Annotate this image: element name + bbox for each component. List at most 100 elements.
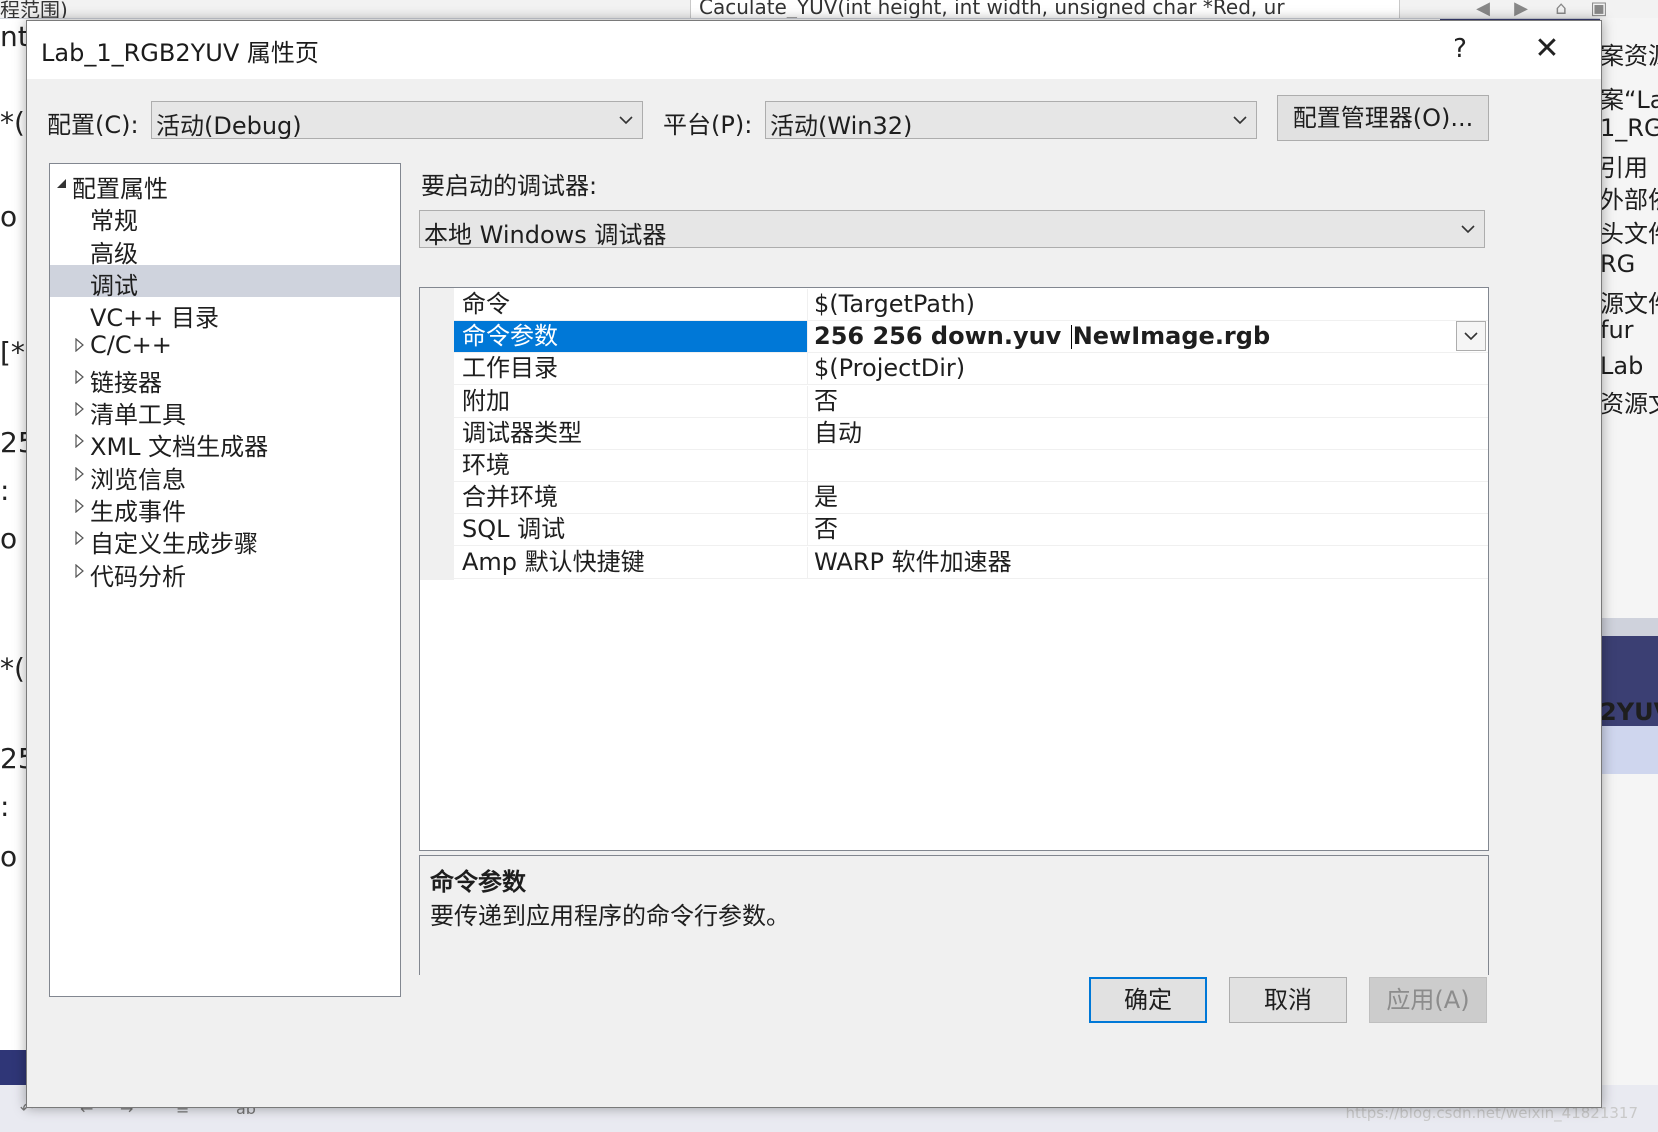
platform-label: 平台(P):: [663, 111, 753, 139]
background-solution-fragment: 头文件: [1600, 220, 1658, 248]
property-row[interactable]: 工作目录 $(ProjectDir): [454, 353, 1488, 386]
tree-item[interactable]: 自定义生成步骤: [50, 523, 400, 558]
description-title: 命令参数: [430, 868, 526, 896]
property-value: 否: [814, 386, 838, 415]
property-value: $(TargetPath): [814, 290, 975, 318]
background-top-left-text: 程范围): [0, 0, 68, 19]
background-solution-fragment: Lab: [1600, 352, 1644, 380]
collapsed-triangle-icon[interactable]: [74, 337, 86, 352]
collapsed-triangle-icon[interactable]: [74, 402, 86, 417]
tree-item[interactable]: XML 文档生成器: [50, 426, 400, 461]
background-topbar: 程范围) Caculate_YUV(int height, int width,…: [0, 0, 1658, 19]
tree-item[interactable]: 浏览信息: [50, 459, 400, 494]
tree-item[interactable]: 生成事件: [50, 491, 400, 526]
background-code-fragment: :: [0, 790, 10, 823]
background-solution-fragment: 1_RG: [1600, 114, 1658, 142]
property-row[interactable]: 命令 $(TargetPath): [454, 289, 1488, 321]
close-button[interactable]: ✕: [1527, 29, 1567, 69]
config-combo-value: 活动(Debug): [156, 112, 302, 140]
collapsed-triangle-icon[interactable]: [74, 531, 86, 546]
property-name: 命令: [454, 289, 808, 320]
property-row[interactable]: 合并环境是: [454, 482, 1488, 515]
platform-combo-value: 活动(Win32): [770, 112, 913, 140]
property-row[interactable]: 环境: [454, 450, 1488, 482]
property-row[interactable]: 附加否: [454, 385, 1488, 418]
chevron-down-icon: [1233, 116, 1247, 125]
tree-item-label: 生成事件: [90, 498, 186, 526]
tree-item-label: C/C++: [90, 330, 172, 359]
help-button[interactable]: ?: [1445, 29, 1475, 69]
tree-item-label: 代码分析: [90, 562, 186, 591]
collapsed-triangle-icon[interactable]: [74, 563, 86, 578]
property-row[interactable]: Amp 默认快捷键 WARP 软件加速器: [454, 546, 1488, 579]
background-code-fragment: o: [0, 840, 18, 873]
tree-item[interactable]: VC++ 目录: [50, 297, 400, 332]
background-code-fragment: 25: [0, 426, 27, 459]
background-solution-fragment: 案资源管: [1600, 42, 1658, 70]
command-arguments-input[interactable]: 256 256 down.yuv NewImage.rgb: [810, 321, 1486, 352]
chevron-down-icon: [1464, 332, 1478, 341]
tree-item[interactable]: 链接器: [50, 362, 400, 397]
expanded-triangle-icon[interactable]: [56, 176, 68, 190]
property-row[interactable]: SQL 调试否: [454, 514, 1488, 547]
tree-item-label: 清单工具: [90, 401, 186, 430]
debugger-combo[interactable]: 本地 Windows 调试器: [419, 210, 1485, 249]
tree-item[interactable]: 常规: [50, 200, 400, 235]
collapsed-triangle-icon[interactable]: [74, 434, 86, 449]
property-name: 附加: [454, 385, 808, 417]
tree-item[interactable]: 清单工具: [50, 394, 400, 429]
property-row[interactable]: 调试器类型 自动: [454, 417, 1488, 450]
property-name: 命令参数: [454, 321, 808, 353]
property-pages-dialog: Lab_1_RGB2YUV 属性页 ? ✕ 配置(C): 活动(Debug) 平…: [26, 20, 1602, 1108]
forward-icon: ▶: [1514, 0, 1528, 19]
background-function-combo: Caculate_YUV(int height, int width, unsi…: [690, 0, 1400, 18]
property-name: 工作目录: [454, 353, 808, 385]
tree-item[interactable]: 高级: [50, 233, 400, 268]
property-row[interactable]: 命令参数 256 256 down.yuv NewImage.rgb: [454, 321, 1488, 354]
tree-item[interactable]: C/C++: [50, 330, 400, 362]
background-solution-fragment: 源文件: [1600, 290, 1658, 318]
command-arguments-text: 256 256 down.yuv: [814, 322, 1070, 351]
collapsed-triangle-icon[interactable]: [74, 369, 86, 384]
background-code-fragment: [*: [0, 336, 25, 369]
cancel-button[interactable]: 取消: [1229, 977, 1347, 1023]
tree-item-label: XML 文档生成器: [90, 433, 269, 462]
description-text: 要传递到应用程序的命令行参数。: [430, 902, 790, 930]
property-name: Amp 默认快捷键: [454, 546, 808, 578]
background-solution-fragment: fur: [1600, 316, 1634, 344]
tree-item-label: 配置属性: [72, 175, 168, 203]
background-code-fragment: o: [0, 200, 18, 233]
debugger-combo-value: 本地 Windows 调试器: [424, 221, 667, 249]
property-value: 否: [814, 515, 838, 544]
background-code-fragment: *(: [0, 106, 25, 139]
value-dropdown-button[interactable]: [1456, 321, 1486, 352]
background-solution-fragment: RG: [1600, 250, 1636, 278]
config-manager-button[interactable]: 配置管理器(O)...: [1277, 95, 1489, 141]
tree-item-label: 浏览信息: [90, 465, 186, 494]
ok-button[interactable]: 确定: [1089, 977, 1207, 1023]
background-panel-divider: [1600, 618, 1658, 636]
property-name: 环境: [454, 450, 808, 481]
sync-icon: ▣: [1590, 0, 1608, 19]
command-arguments-text: NewImage.rgb: [1072, 322, 1271, 351]
home-icon: ⌂: [1555, 0, 1567, 19]
platform-combo[interactable]: 活动(Win32): [765, 101, 1257, 140]
apply-button[interactable]: 应用(A): [1369, 977, 1487, 1023]
tree-item[interactable]: 代码分析: [50, 556, 400, 591]
config-combo[interactable]: 活动(Debug): [151, 101, 643, 140]
collapsed-triangle-icon[interactable]: [74, 499, 86, 513]
background-solution-fragment: 2YUV: [1600, 698, 1658, 726]
property-value: $(ProjectDir): [814, 354, 966, 383]
dialog-titlebar[interactable]: Lab_1_RGB2YUV 属性页 ? ✕: [27, 21, 1601, 79]
background-panel-selection: [1600, 726, 1658, 774]
background-code-fragment: *(: [0, 652, 25, 685]
tree-item-label: 链接器: [90, 368, 162, 397]
text-caret: [1070, 325, 1072, 350]
property-value: 是: [814, 483, 838, 512]
config-label: 配置(C):: [47, 111, 139, 139]
property-value: WARP 软件加速器: [814, 547, 1012, 576]
collapsed-triangle-icon[interactable]: [74, 466, 86, 481]
tree-root-config-properties[interactable]: 配置属性: [50, 168, 400, 203]
tree-item-label: VC++ 目录: [90, 304, 220, 333]
tree-item[interactable]: 调试: [50, 264, 400, 300]
